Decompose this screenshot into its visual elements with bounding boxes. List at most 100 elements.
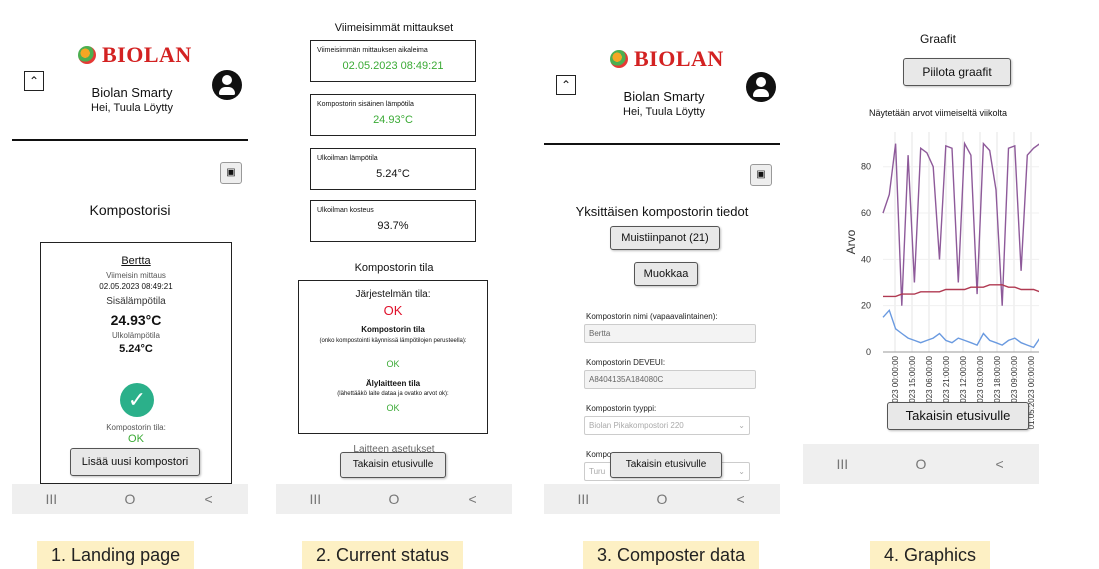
back-icon[interactable]: < <box>721 491 761 507</box>
back-to-home-button[interactable]: Takaisin etusivulle <box>887 402 1029 430</box>
add-composter-button[interactable]: Lisää uusi kompostori <box>70 448 200 476</box>
chevron-down-icon: ⌄ <box>738 421 745 430</box>
status-label: Kompostorin tila: <box>106 423 166 432</box>
recents-icon[interactable]: III <box>295 491 335 507</box>
composter-status-label: Kompostorin tila <box>361 325 425 334</box>
profile-avatar-icon[interactable] <box>212 70 242 100</box>
brand-name: BIOLAN <box>634 46 724 71</box>
chart-subtitle: Näytetään arvot viimeiseltä viikolta <box>868 108 1008 118</box>
collapse-icon[interactable]: ⌃ <box>556 75 576 95</box>
hide-graphs-button[interactable]: Piilota graafit <box>903 58 1011 86</box>
back-to-home-button[interactable]: Takaisin etusivulle <box>610 452 722 478</box>
y-tick-label: 0 <box>866 347 871 357</box>
page-title: Kompostorisi <box>89 202 171 218</box>
measurement-value: 02.05.2023 08:49:21 <box>342 60 444 72</box>
collapse-icon[interactable]: ⌃ <box>24 71 44 91</box>
partial-label: Kompo <box>586 450 612 459</box>
device-status-desc: (lähettääkö laite dataa ja ovatko arvot … <box>337 391 449 397</box>
measurement-label: Kompostorin sisäinen lämpötila <box>317 101 414 108</box>
recents-icon[interactable]: III <box>563 491 603 507</box>
edit-button[interactable]: Muokkaa <box>634 262 698 286</box>
back-icon[interactable]: < <box>189 491 229 507</box>
recents-icon[interactable]: III <box>822 456 862 472</box>
profile-avatar-icon[interactable] <box>746 72 776 102</box>
type-select[interactable]: Biolan Pikakompostori 220 ⌄ <box>584 416 750 435</box>
app-title: Biolan Smarty <box>623 89 705 104</box>
system-status-value: OK <box>383 303 403 318</box>
back-to-home-button[interactable]: Takaisin etusivulle <box>340 452 446 478</box>
camera-icon[interactable]: ▣ <box>750 164 772 186</box>
screen-current-status: Viimeisimmät mittaukset Viimeisimmän mit… <box>276 14 512 514</box>
brand-name: BIOLAN <box>102 42 192 67</box>
biolan-logo: BIOLAN <box>78 42 192 68</box>
camera-icon[interactable]: ▣ <box>220 162 242 184</box>
android-nav-bar: III O < <box>544 484 780 514</box>
deveui-field[interactable]: A8404135A184080C <box>584 370 756 389</box>
measurement-card: Ulkoilman kosteus 93.7% <box>310 200 476 242</box>
measurement-card: Viimeisimmän mittauksen aikaleima 02.05.… <box>310 40 476 82</box>
screen-graphics: Graafit Piilota graafit Näytetään arvot … <box>803 14 1039 484</box>
y-tick-label: 20 <box>861 301 871 311</box>
measurement-label: Ulkoilman lämpötila <box>317 155 378 162</box>
divider <box>544 143 780 145</box>
page-title: Viimeisimmät mittaukset <box>334 22 454 34</box>
composter-status-value: OK <box>386 359 400 369</box>
last-measure-label: Viimeisin mittaus <box>106 271 166 280</box>
page-title: Yksittäisen kompostorin tiedot <box>575 204 749 219</box>
y-tick-label: 60 <box>861 208 871 218</box>
inside-temp-label: Sisälämpötila <box>106 296 166 307</box>
measurement-card: Ulkoilman lämpötila 5.24°C <box>310 148 476 190</box>
status-value: OK <box>128 433 144 445</box>
back-icon[interactable]: < <box>453 491 493 507</box>
notes-button[interactable]: Muistiinpanot (21) <box>610 226 720 250</box>
type-label: Kompostorin tyyppi: <box>586 404 657 413</box>
inside-temp-value: 24.93°C <box>110 312 162 328</box>
chevron-down-icon: ⌄ <box>738 467 745 476</box>
leaf-logo-icon <box>78 46 96 64</box>
greeting: Hei, Tuula Löytty <box>91 102 173 114</box>
measurement-value: 5.24°C <box>376 168 410 180</box>
deveui-label: Kompostorin DEVEUI: <box>586 358 666 367</box>
status-heading: Kompostorin tila <box>354 262 434 274</box>
screen-composter-data: BIOLAN ⌃ Biolan Smarty Hei, Tuula Löytty… <box>544 14 780 514</box>
series-line <box>883 284 1039 298</box>
y-axis-label: Arvo <box>844 229 858 254</box>
composter-name[interactable]: Bertta <box>41 255 231 267</box>
measurement-label: Ulkoilman kosteus <box>317 207 374 214</box>
measurement-card: Kompostorin sisäinen lämpötila 24.93°C <box>310 94 476 136</box>
name-field[interactable]: Bertta <box>584 324 756 343</box>
last-measure-value: 02.05.2023 08:49:21 <box>99 282 173 291</box>
outside-temp-value: 5.24°C <box>119 343 153 355</box>
greeting: Hei, Tuula Löytty <box>623 106 705 118</box>
divider <box>12 139 248 141</box>
android-nav-bar: III O < <box>803 444 1039 484</box>
status-card: Järjestelmän tila: OK Kompostorin tila (… <box>298 280 488 434</box>
home-icon[interactable]: O <box>642 491 682 507</box>
measurement-label: Viimeisimmän mittauksen aikaleima <box>317 47 428 54</box>
measurement-value: 24.93°C <box>373 114 413 126</box>
home-icon[interactable]: O <box>110 491 150 507</box>
device-status-label: Älylaitteen tila <box>365 379 421 388</box>
android-nav-bar: III O < <box>276 484 512 514</box>
screen-landing: BIOLAN ⌃ Biolan Smarty Hei, Tuula Löytty… <box>12 14 248 514</box>
composter-status-desc: (onko kompostointi käynnissä lämpötiloje… <box>319 338 467 344</box>
leaf-logo-icon <box>610 50 628 68</box>
recents-icon[interactable]: III <box>31 491 71 507</box>
name-label: Kompostorin nimi (vapaavalintainen): <box>586 312 718 321</box>
device-status-value: OK <box>386 403 400 413</box>
series-line <box>882 141 1039 306</box>
app-title: Biolan Smarty <box>91 85 173 100</box>
y-tick-label: 40 <box>861 254 871 264</box>
y-tick-label: 80 <box>861 162 871 172</box>
measurement-value: 93.7% <box>377 220 409 232</box>
page-title: Graafit <box>919 32 956 46</box>
android-nav-bar: III O < <box>12 484 248 514</box>
biolan-logo: BIOLAN <box>610 46 724 72</box>
home-icon[interactable]: O <box>374 491 414 507</box>
partial-select-value: Turu <box>589 467 606 476</box>
checkmark-icon: ✓ <box>120 383 154 417</box>
home-icon[interactable]: O <box>901 456 941 472</box>
system-status-label: Järjestelmän tila: <box>355 289 431 300</box>
outside-temp-label: Ulkolämpötila <box>111 331 161 340</box>
back-icon[interactable]: < <box>980 456 1020 472</box>
